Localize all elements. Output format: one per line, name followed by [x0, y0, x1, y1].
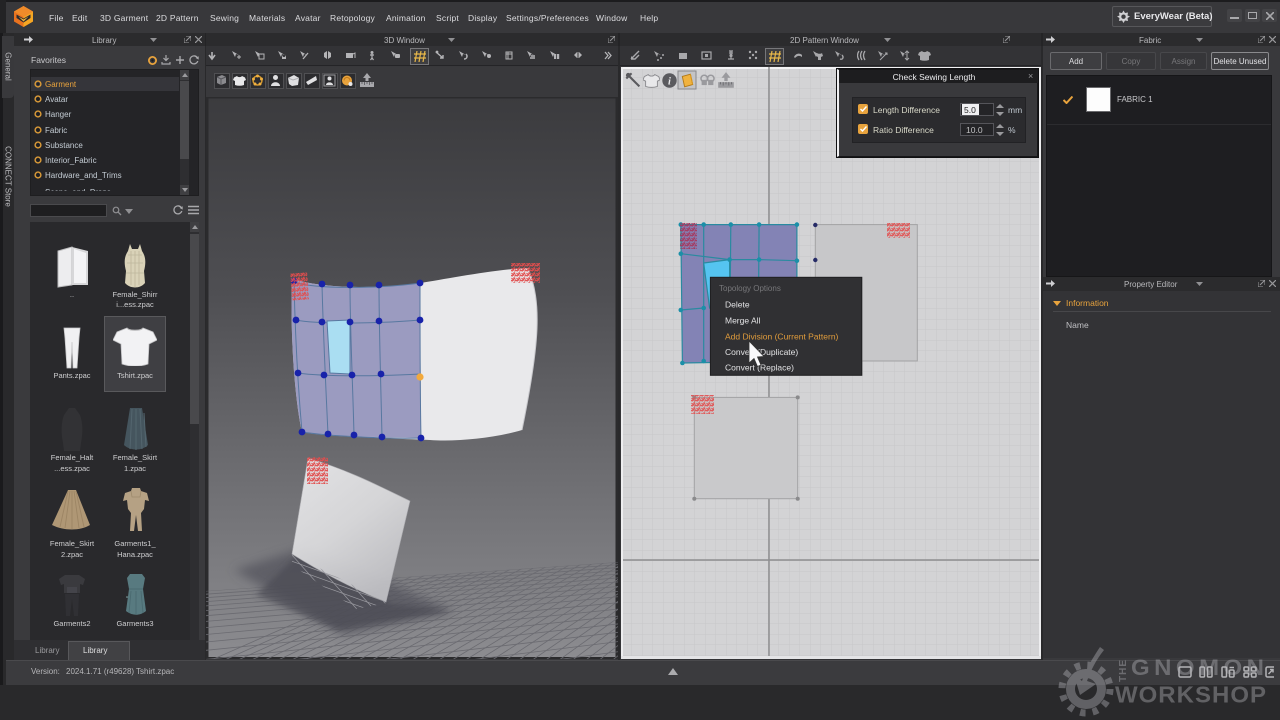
svg-text:THE: THE	[1118, 659, 1129, 682]
svg-text:i: i	[668, 76, 671, 87]
svg-text:Delete: Delete	[725, 300, 750, 310]
svg-text:Merge All: Merge All	[725, 316, 761, 326]
svg-text:WORKSHOP: WORKSHOP	[1115, 682, 1267, 707]
svg-text:Add Division (Current Pattern): Add Division (Current Pattern)	[725, 332, 839, 342]
svg-text:Topology Options: Topology Options	[719, 284, 781, 293]
